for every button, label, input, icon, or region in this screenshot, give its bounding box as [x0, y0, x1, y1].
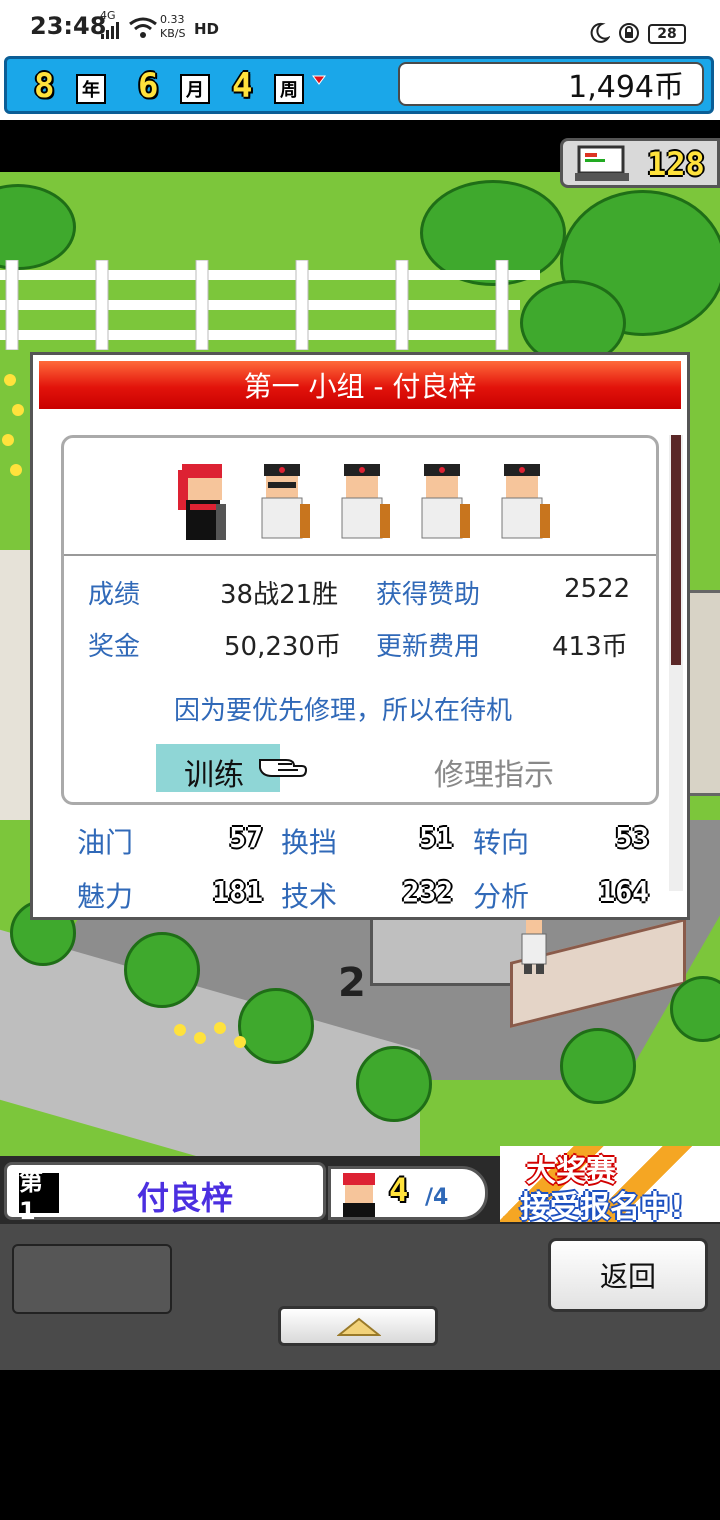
mechanic-sprite — [261, 464, 310, 539]
attr-label-steering: 转向 — [473, 826, 530, 859]
member-count-tab[interactable]: 4 /4 — [328, 1166, 488, 1220]
month-value: 6 — [138, 66, 159, 106]
mechanic-sprite — [501, 464, 550, 539]
computer-icon — [573, 145, 631, 183]
attr-label-throttle: 油门 — [77, 826, 134, 859]
net-speed: 0.33 — [160, 13, 185, 26]
renewal-label: 更新费用 — [376, 632, 481, 662]
attr-value-steering: 53 — [615, 821, 649, 854]
net-speed-unit: KB/S — [160, 27, 186, 40]
record-label: 成绩 — [88, 580, 141, 610]
attr-value-charm: 181 — [212, 875, 263, 908]
prize-value: 50,230币 — [224, 632, 341, 662]
wifi-icon — [128, 16, 158, 40]
divider — [64, 554, 656, 556]
status-time: 23:48 — [30, 12, 107, 40]
attr-value-throttle: 57 — [229, 821, 263, 854]
banner-subtitle: 接受报名中! — [520, 1190, 684, 1225]
team-tab[interactable]: 第1 付良梓 — [4, 1162, 326, 1225]
battery-icon: 28 — [648, 24, 686, 44]
team-dialog: 第一 小组 - 付良梓 成绩 38战21胜 获得赞助 2522 奖金 50,23… — [30, 352, 690, 920]
team-number-badge: 第1 — [17, 1168, 61, 1225]
network-type: 4G — [100, 9, 116, 22]
signal-icon — [100, 22, 120, 40]
member-total: /4 — [425, 1185, 449, 1210]
year-value: 8 — [34, 66, 55, 106]
renewal-value: 413币 — [552, 632, 628, 662]
dialog-scrollbar[interactable] — [669, 435, 683, 891]
driver-avatar-icon — [337, 1173, 381, 1217]
flowers — [0, 370, 30, 490]
attr-label-charm: 魅力 — [77, 880, 134, 913]
mechanic-sprite — [421, 464, 470, 539]
sponsor-label: 获得赞助 — [376, 580, 481, 610]
sponsor-value: 2522 — [564, 574, 631, 604]
attr-label-analysis: 分析 — [473, 880, 530, 913]
attr-label-technique: 技术 — [281, 880, 338, 913]
track-number: 2 — [338, 960, 366, 1006]
team-info-card: 成绩 38战21胜 获得赞助 2522 奖金 50,230币 更新费用 413币… — [61, 435, 659, 805]
team-name: 付良梓 — [137, 1179, 234, 1217]
control-panel: 返回 — [0, 1224, 720, 1370]
research-counter[interactable]: 128 — [560, 138, 720, 188]
week-value: 4 — [232, 66, 253, 106]
grand-prix-banner[interactable]: 大奖赛 接受报名中! — [500, 1146, 720, 1225]
prize-label: 奖金 — [88, 632, 141, 662]
week-unit: 周 — [274, 74, 304, 104]
scrollbar-thumb[interactable] — [671, 435, 681, 665]
up-arrow-icon — [336, 1317, 382, 1337]
month-unit: 月 — [180, 74, 210, 104]
status-bar: 23:48 4G 0.33 KB/S HD 28 — [0, 0, 720, 52]
train-label: 训练 — [184, 758, 244, 793]
repair-button[interactable]: 修理指示 — [434, 750, 554, 794]
crew-sprites — [176, 464, 556, 546]
mechanic-sprite — [341, 464, 390, 539]
battery-level: 28 — [657, 26, 677, 42]
attr-value-shift: 51 — [419, 821, 453, 854]
pointer-hand-icon — [258, 750, 308, 780]
coin-balance: 1,494币 — [398, 62, 704, 106]
tree — [124, 932, 200, 1008]
attr-label-shift: 换挡 — [281, 826, 338, 859]
hd-indicator: HD — [194, 20, 220, 38]
date-bar: 8 年 6 月 4 周 1,494币 — [0, 52, 720, 120]
back-button[interactable]: 返回 — [548, 1238, 708, 1312]
bottom-hud: 第1 付良梓 4 /4 大奖赛 接受报名中! 返回 — [0, 1146, 720, 1370]
driver-sprite — [178, 464, 226, 540]
year-unit: 年 — [76, 74, 106, 104]
flowers — [170, 1020, 260, 1060]
record-value: 38战21胜 — [220, 580, 339, 610]
attr-value-technique: 232 — [402, 875, 453, 908]
status-message: 因为要优先修理，所以在待机 — [174, 696, 513, 726]
lock-rotation-icon — [618, 22, 640, 44]
tree — [356, 1046, 432, 1122]
empty-slot-button[interactable] — [12, 1244, 172, 1314]
tree — [560, 1028, 636, 1104]
attr-value-analysis: 164 — [598, 875, 649, 908]
moon-icon — [588, 22, 611, 44]
dropdown-arrow-icon[interactable] — [312, 70, 326, 85]
fence-posts — [0, 259, 540, 351]
member-count: 4 — [389, 1171, 409, 1209]
dialog-title: 第一 小组 - 付良梓 — [39, 361, 681, 409]
expand-up-button[interactable] — [278, 1306, 438, 1346]
research-points: 128 — [647, 145, 705, 183]
